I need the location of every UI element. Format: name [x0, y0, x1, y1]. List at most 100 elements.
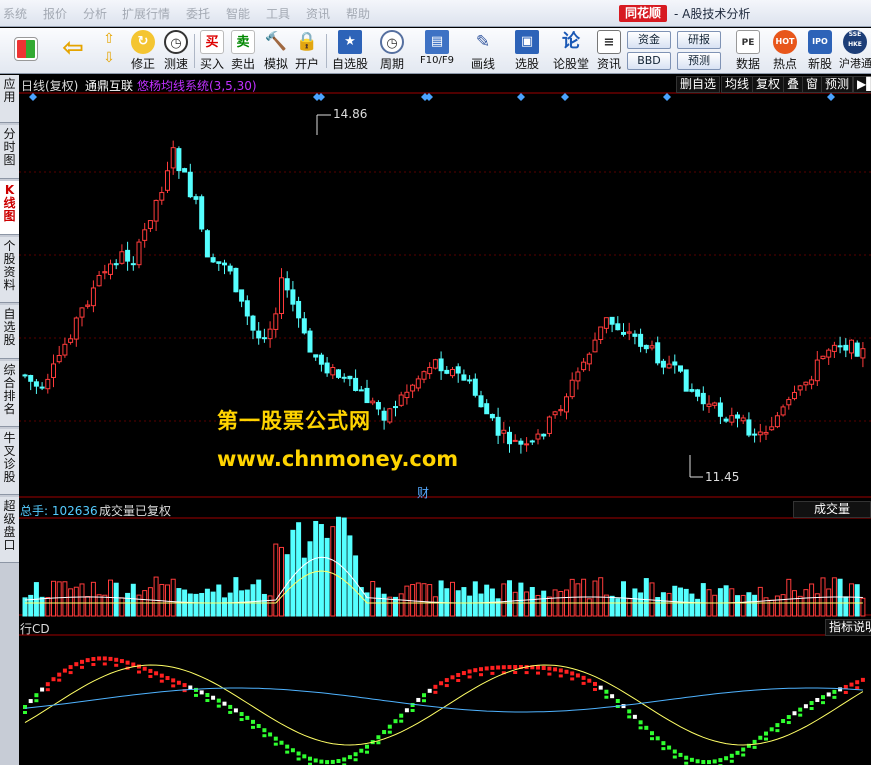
- tab-super-panel[interactable]: 超级盘口: [0, 497, 19, 563]
- indicator-name[interactable]: 悠杨均线系统(3,5,30): [137, 77, 257, 94]
- menu-quote[interactable]: 报价: [43, 5, 67, 22]
- macd-dot: [524, 671, 529, 675]
- tab-apps[interactable]: 应用: [0, 75, 19, 123]
- watchlist-button[interactable]: ★ 自选股: [330, 30, 370, 72]
- period-button[interactable]: ◷ 周期: [374, 30, 410, 72]
- candle-up: [159, 192, 165, 201]
- volume-note: 成交量已复权: [99, 504, 172, 518]
- finance-marker[interactable]: 财: [417, 484, 429, 501]
- macd-dot: [302, 754, 307, 759]
- menu-order[interactable]: 委托: [186, 5, 210, 22]
- draw-line-button[interactable]: ✎ 画线: [466, 30, 500, 72]
- macd-dot: [547, 666, 552, 671]
- tab-stock-profile[interactable]: 个股资料: [0, 237, 19, 303]
- macd-dot: [91, 657, 96, 662]
- macd-dot: [461, 671, 466, 676]
- menu-extended-market[interactable]: 扩展行情: [122, 5, 170, 22]
- forum-button[interactable]: 论 论股堂: [553, 30, 589, 72]
- macd-dot: [176, 680, 181, 685]
- up-down-button[interactable]: ⇧ ⇩: [98, 30, 120, 72]
- candle-down: [313, 354, 319, 358]
- remove-watch-button[interactable]: 删自选: [676, 76, 721, 93]
- candle-up: [763, 431, 769, 435]
- sell-button[interactable]: 卖 卖出: [229, 30, 257, 72]
- hk-connect-button[interactable]: SSE HKE 沪港通: [839, 30, 871, 72]
- candle-up: [803, 381, 809, 386]
- macd-dot: [427, 688, 432, 693]
- new-stock-button[interactable]: IPO 新股: [805, 30, 835, 72]
- forecast-tab-button[interactable]: 预测: [821, 76, 854, 93]
- menu-news[interactable]: 资讯: [306, 5, 330, 22]
- indicator-help-button[interactable]: 指标说明: [825, 619, 871, 636]
- macd-dot: [171, 684, 176, 688]
- candle-up: [649, 345, 655, 349]
- forecast-button[interactable]: 预测: [677, 52, 721, 70]
- buy-label: 买入: [199, 57, 224, 71]
- forum-icon: 论: [562, 31, 580, 52]
- candle-up: [410, 384, 416, 392]
- macd-dot: [159, 673, 164, 678]
- candle-down: [381, 410, 387, 421]
- volume-bar: [809, 583, 815, 617]
- menu-tools[interactable]: 工具: [266, 5, 290, 22]
- adjust-button[interactable]: 复权: [752, 76, 785, 93]
- overlay-button[interactable]: 叠: [783, 76, 804, 93]
- stock-picker-button[interactable]: ▣ 选股: [509, 30, 545, 72]
- ma-button[interactable]: 均线: [721, 76, 754, 93]
- menu-help[interactable]: 帮助: [346, 5, 370, 22]
- tab-ranking[interactable]: 综合排名: [0, 361, 19, 427]
- tab-kline[interactable]: K线图: [0, 181, 19, 235]
- tab-watchlist[interactable]: 自选股: [0, 305, 19, 359]
- hot-button[interactable]: HOT 热点: [770, 30, 800, 72]
- research-button[interactable]: 研报: [677, 31, 721, 49]
- back-button[interactable]: ⇦: [55, 30, 91, 72]
- window-button[interactable]: 窗: [802, 76, 823, 93]
- candle-up: [56, 355, 62, 363]
- candle-down: [193, 196, 199, 200]
- layout-button[interactable]: [6, 30, 46, 72]
- chart-area[interactable]: 日线(复权) 通鼎互联 悠杨均线系统(3,5,30) 删自选 均线 复权 叠 窗…: [19, 75, 871, 765]
- menu-analysis[interactable]: 分析: [83, 5, 107, 22]
- sse-hke-icon: SSE HKE: [843, 30, 867, 54]
- macd-dot: [433, 690, 438, 694]
- candle-up: [142, 229, 148, 241]
- volume-bar: [626, 598, 632, 617]
- macd-dot: [564, 669, 569, 674]
- candle-up: [512, 439, 518, 442]
- fix-button[interactable]: ↻ 修正: [128, 30, 158, 72]
- buy-button[interactable]: 买 买入: [198, 30, 226, 72]
- expand-icon[interactable]: ▶▌: [853, 76, 871, 93]
- data-button[interactable]: PE 数据: [733, 30, 763, 72]
- simulate-button[interactable]: 🔨 模拟: [262, 30, 290, 72]
- open-account-button[interactable]: 🔒 开户: [293, 30, 321, 72]
- macd-dot: [798, 713, 803, 717]
- candle-down: [347, 375, 353, 380]
- f10-button[interactable]: ▤ F10/F9: [414, 30, 460, 72]
- volume-tab[interactable]: 成交量: [793, 501, 871, 518]
- news-button[interactable]: ≡ 资讯: [595, 30, 623, 72]
- tab-intraday[interactable]: 分时图: [0, 125, 19, 179]
- macd-dot: [843, 690, 848, 694]
- tab-diagnosis[interactable]: 牛叉诊股: [0, 429, 19, 495]
- menu-smart[interactable]: 智能: [226, 5, 250, 22]
- volume-bar: [222, 597, 227, 617]
- speed-test-button[interactable]: ◷ 测速: [161, 30, 191, 72]
- macd-label: 行CD: [20, 622, 50, 636]
- macd-dot: [211, 695, 216, 700]
- candle-down: [609, 316, 615, 325]
- volume-bar: [700, 583, 706, 617]
- volume-total-label: 总手: 102636: [20, 504, 98, 518]
- menu-system[interactable]: 系统: [3, 5, 27, 22]
- bbd-button[interactable]: BBD: [627, 52, 671, 70]
- macd-dot: [102, 662, 107, 666]
- volume-bar: [609, 595, 615, 617]
- fund-button[interactable]: 资金: [627, 31, 671, 49]
- macd-dot: [119, 659, 124, 664]
- chart-canvas[interactable]: [19, 75, 871, 765]
- candle-up: [831, 344, 837, 352]
- macd-dot: [735, 750, 740, 755]
- macd-dot: [803, 704, 808, 709]
- watermark-url: www.chnmoney.com: [217, 447, 459, 471]
- macd-dot: [159, 679, 164, 683]
- volume-bar: [740, 594, 746, 617]
